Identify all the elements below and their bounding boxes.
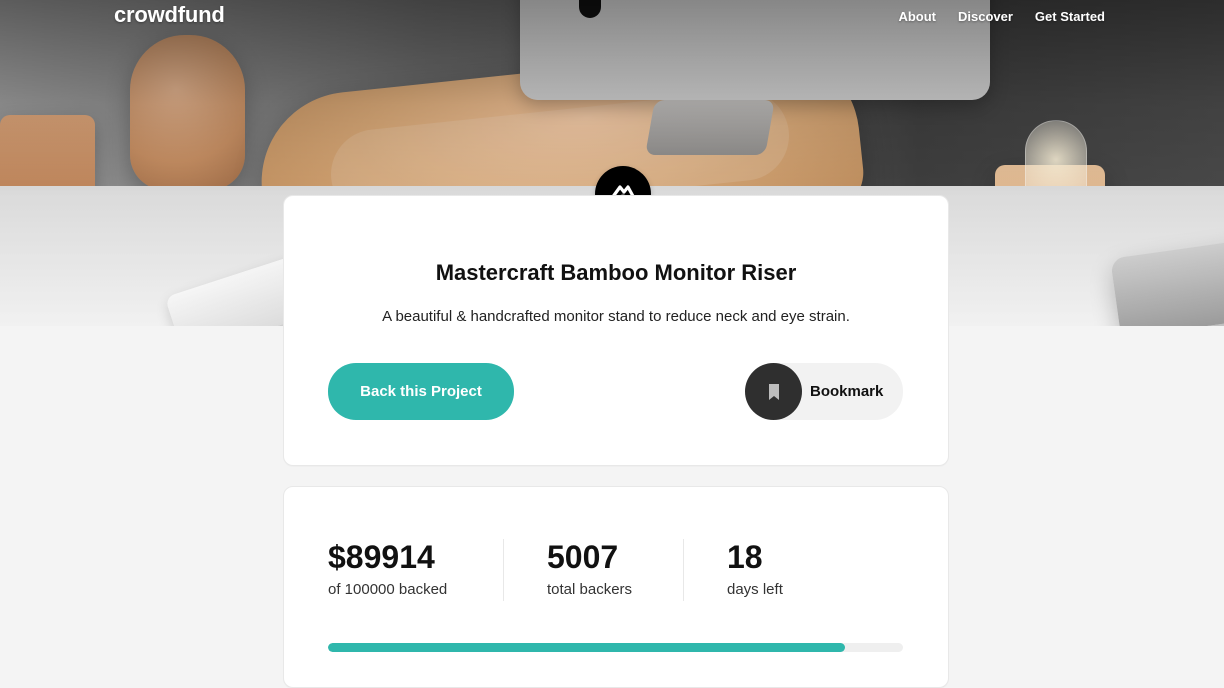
stats-card: $89914 of 100000 backed 5007 total backe… xyxy=(283,486,949,688)
stats-divider-2 xyxy=(683,539,684,601)
nav-about[interactable]: About xyxy=(898,9,936,24)
project-title: Mastercraft Bamboo Monitor Riser xyxy=(435,260,797,285)
stat-days: 18 days left xyxy=(727,539,783,598)
stat-backers: 5007 total backers xyxy=(547,539,632,598)
back-project-button[interactable]: Back this Project xyxy=(328,363,514,420)
site-logo[interactable]: crowdfund xyxy=(114,2,225,28)
stats-divider-1 xyxy=(503,539,504,601)
nav-get-started[interactable]: Get Started xyxy=(1035,9,1105,24)
hero-speaker-decor xyxy=(130,35,245,190)
bookmark-label: Bookmark xyxy=(810,383,884,400)
stat-backed-label: of 100000 backed xyxy=(328,581,448,598)
bookmark-button[interactable]: Bookmark xyxy=(745,363,903,420)
top-header: crowdfund About Discover Get Started xyxy=(0,0,1224,40)
stat-backed: $89914 of 100000 backed xyxy=(328,539,447,598)
stat-backers-value: 5007 xyxy=(547,539,619,575)
stat-days-value: 18 xyxy=(727,539,763,575)
funding-progress-track xyxy=(328,643,903,652)
top-nav: About Discover Get Started xyxy=(898,9,1105,24)
project-card: Mastercraft Bamboo Monitor Riser A beaut… xyxy=(283,195,949,466)
hero-monitor-stand-decor xyxy=(645,100,775,155)
bookmark-icon-container xyxy=(745,363,802,420)
stat-days-label: days left xyxy=(727,581,783,598)
project-subtitle: A beautiful & handcrafted monitor stand … xyxy=(382,308,850,325)
stat-backed-value: $89914 xyxy=(328,539,435,575)
funding-progress-fill xyxy=(328,643,845,652)
nav-discover[interactable]: Discover xyxy=(958,9,1013,24)
stat-backers-label: total backers xyxy=(547,581,633,598)
bookmark-icon xyxy=(768,383,779,400)
